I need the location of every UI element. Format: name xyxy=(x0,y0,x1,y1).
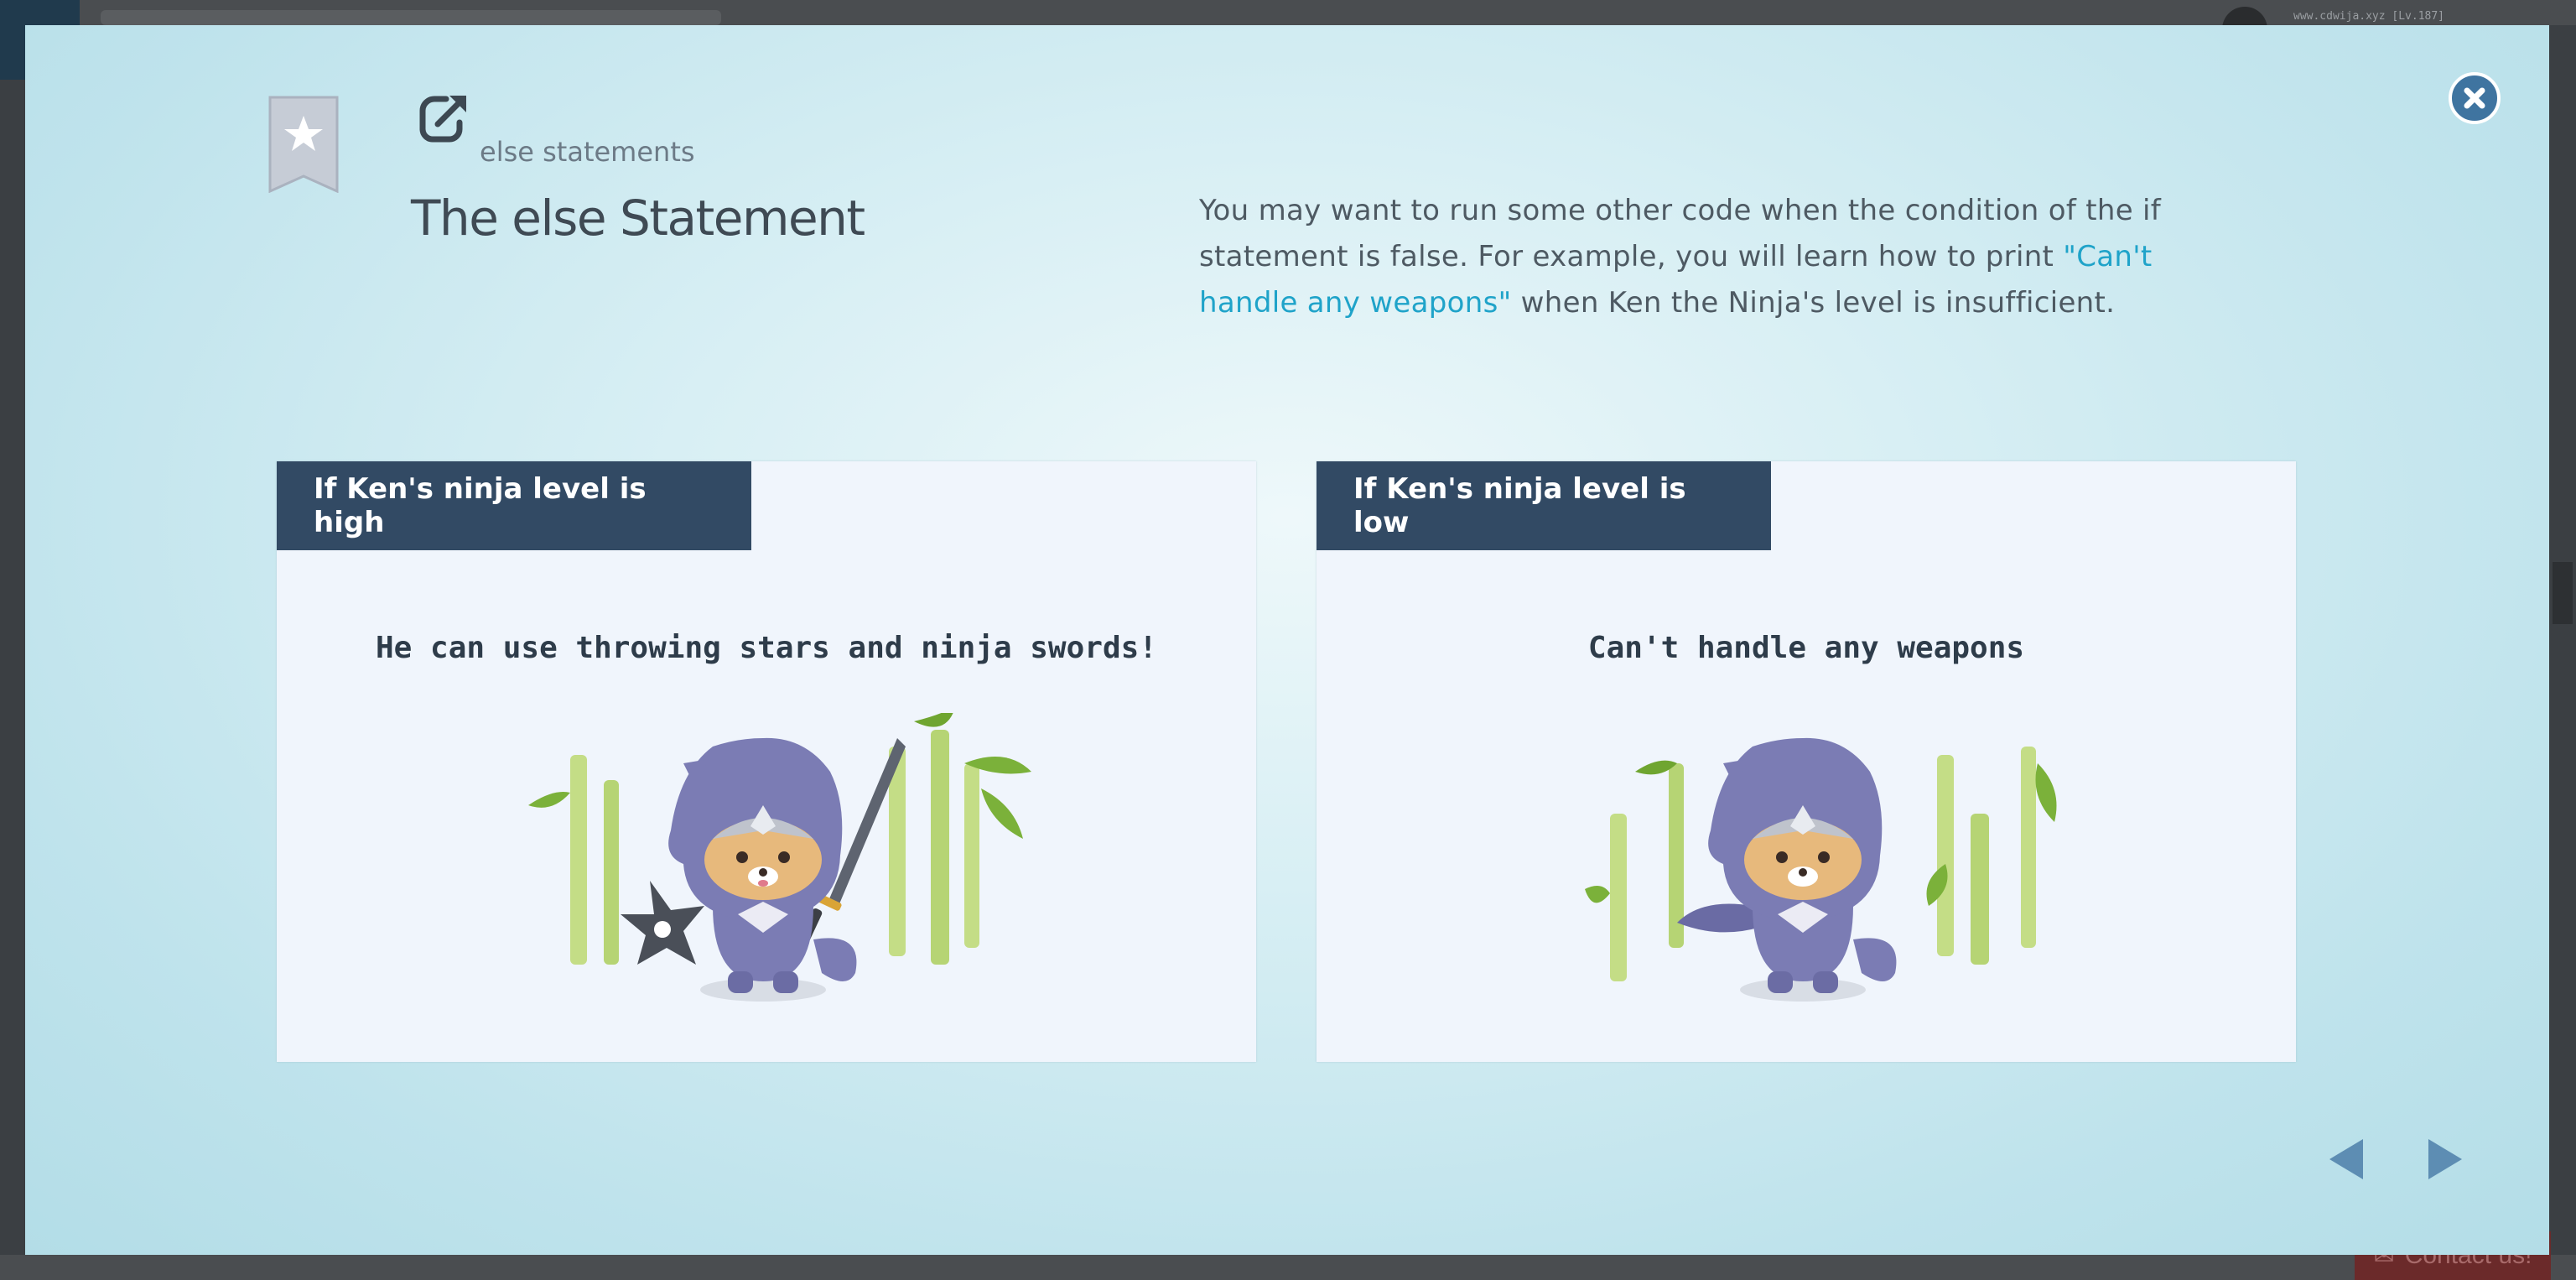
description-text-2: when Ken the Ninja's level is insufficie… xyxy=(1511,286,2116,320)
bookmark-star-icon[interactable] xyxy=(268,96,339,193)
next-slide-button[interactable] xyxy=(2425,1136,2465,1183)
external-link-icon[interactable] xyxy=(413,92,470,144)
scenario-card-low: If Ken's ninja level is low Can't handle… xyxy=(1317,461,2296,1062)
breadcrumb: else statements xyxy=(480,136,695,168)
card-tag: If Ken's ninja level is high xyxy=(277,461,751,550)
close-button[interactable] xyxy=(2449,72,2501,124)
page-title: The else Statement xyxy=(411,190,865,247)
ninja-without-weapons-illustration xyxy=(1585,737,2057,1002)
background-search-bar xyxy=(101,10,721,25)
description-text-1: You may want to run some other code when… xyxy=(1199,194,2162,273)
scenario-card-high: If Ken's ninja level is high He can use … xyxy=(277,461,1256,1062)
card-caption: Can't handle any weapons xyxy=(1587,631,2025,665)
ninja-with-weapons-illustration xyxy=(528,713,1031,1002)
card-caption: He can use throwing stars and ninja swor… xyxy=(376,631,1157,665)
lesson-slide-modal: else statements The else Statement You m… xyxy=(25,25,2549,1255)
card-tag: If Ken's ninja level is low xyxy=(1317,461,1771,550)
close-icon xyxy=(2464,87,2485,109)
lesson-description: You may want to run some other code when… xyxy=(1199,188,2239,326)
triangle-right-icon xyxy=(2428,1139,2462,1179)
background-url-text: www.cdwija.xyz [Lv.187] xyxy=(2293,10,2445,23)
background-bottombar xyxy=(0,1255,2576,1280)
previous-slide-button[interactable] xyxy=(2326,1136,2366,1183)
triangle-left-icon xyxy=(2329,1139,2363,1179)
background-scrollbar-thumb xyxy=(2553,562,2573,624)
